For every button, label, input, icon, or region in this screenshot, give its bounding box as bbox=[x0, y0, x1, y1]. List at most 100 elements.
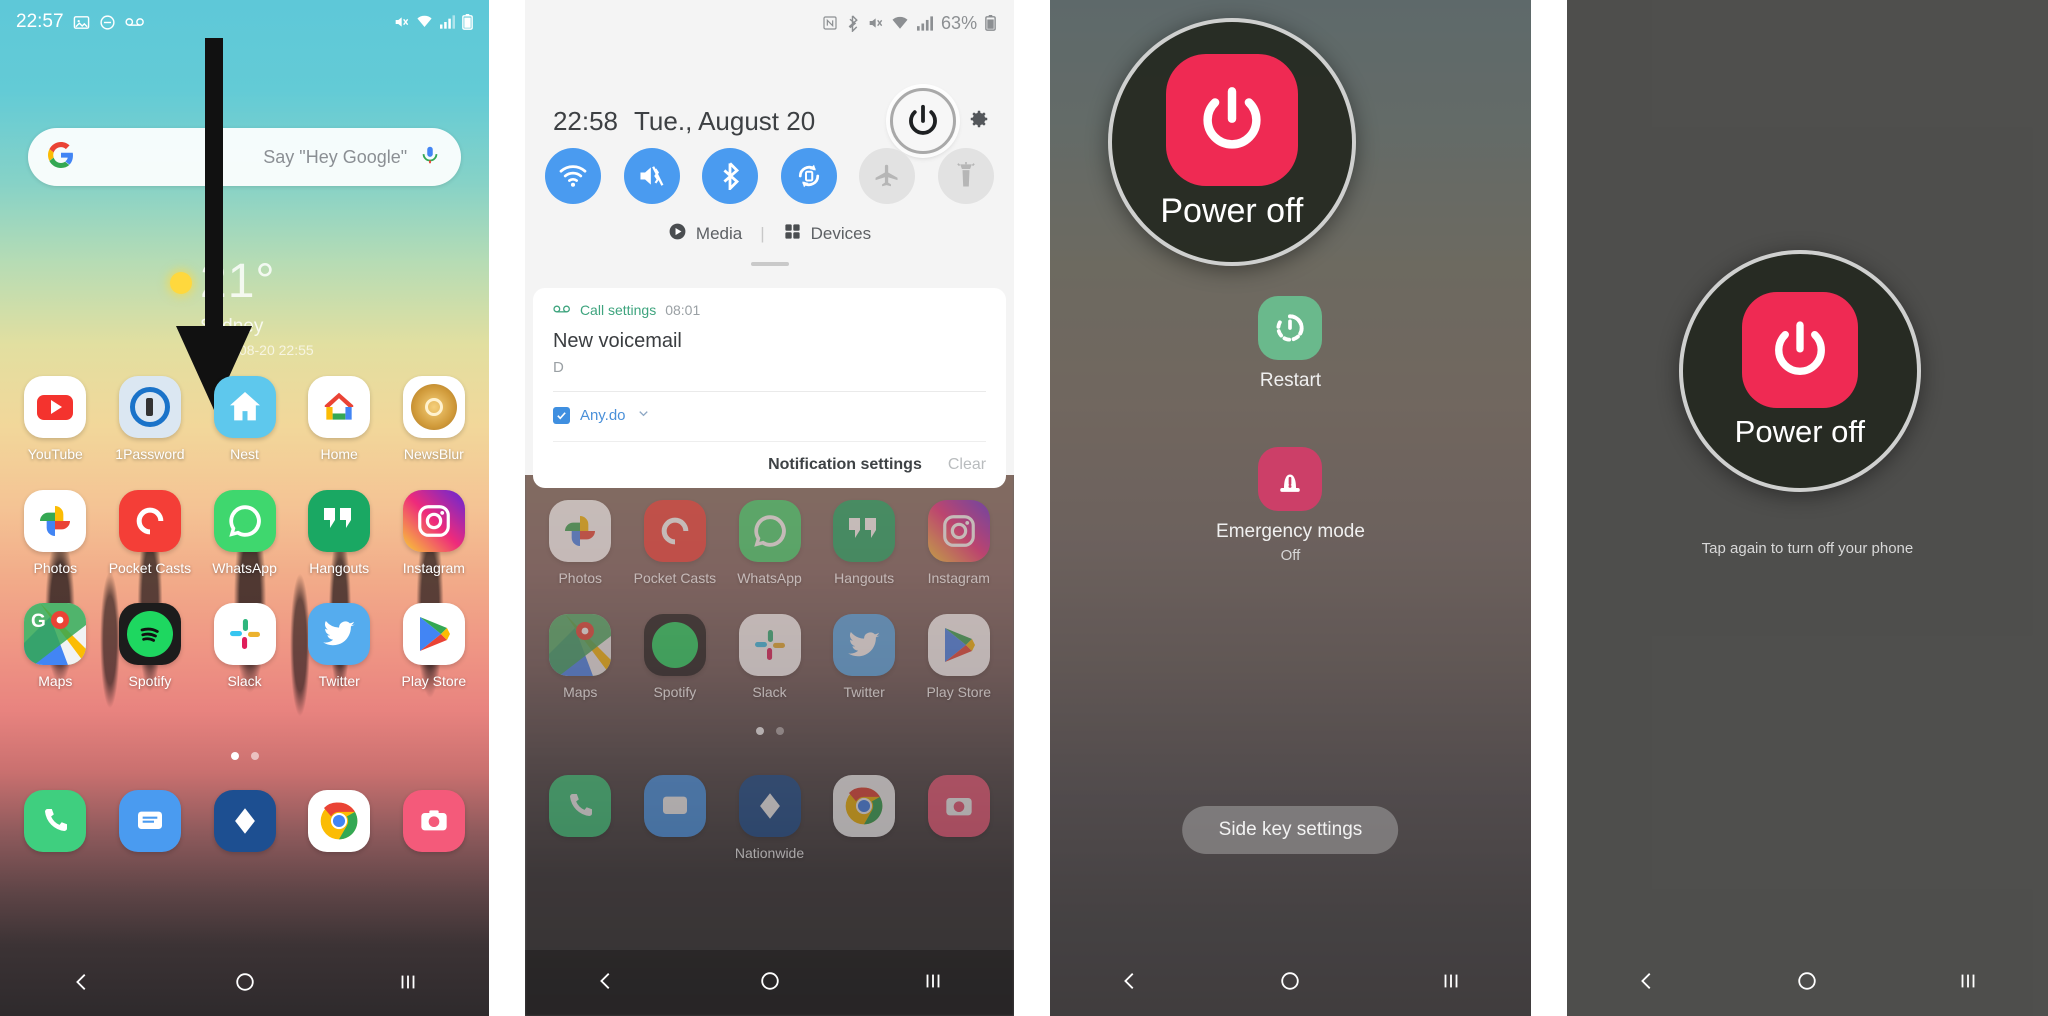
media-button[interactable]: Media bbox=[668, 222, 742, 246]
app-hangouts[interactable]: Hangouts bbox=[821, 500, 907, 588]
app-spotify[interactable]: Spotify bbox=[107, 603, 193, 691]
voicemail-icon bbox=[124, 15, 145, 29]
power-icon bbox=[1741, 292, 1858, 408]
page-dot-2[interactable] bbox=[250, 752, 259, 760]
home-icon[interactable] bbox=[234, 971, 256, 998]
wifi-icon bbox=[891, 16, 909, 31]
bluetooth-toggle[interactable] bbox=[702, 148, 759, 204]
dock-phone[interactable] bbox=[537, 775, 623, 863]
app-label: Nest bbox=[230, 446, 259, 462]
app-instagram[interactable]: Instagram bbox=[916, 500, 1002, 588]
back-icon[interactable] bbox=[71, 971, 93, 998]
divider: | bbox=[760, 224, 765, 243]
app-newsblur[interactable]: NewsBlur bbox=[391, 376, 477, 464]
recents-icon[interactable] bbox=[397, 971, 419, 998]
dock-chrome[interactable] bbox=[296, 790, 382, 860]
restart-button[interactable]: Restart bbox=[1050, 296, 1531, 392]
dock-messages[interactable] bbox=[632, 775, 718, 863]
app-whatsapp[interactable]: WhatsApp bbox=[202, 489, 288, 578]
dock-phone[interactable] bbox=[12, 790, 98, 860]
app-label: Photos bbox=[558, 570, 603, 586]
google-photos-icon bbox=[549, 500, 612, 562]
dock-camera[interactable] bbox=[391, 790, 477, 860]
flashlight-toggle[interactable] bbox=[938, 148, 995, 204]
app-pocket-casts[interactable]: Pocket Casts bbox=[632, 500, 718, 588]
dock-camera[interactable] bbox=[916, 775, 1002, 863]
recents-icon[interactable] bbox=[922, 970, 944, 997]
app-maps[interactable]: G Maps bbox=[12, 603, 98, 691]
microphone-icon[interactable] bbox=[419, 144, 441, 171]
airplane-mode-toggle[interactable] bbox=[859, 148, 916, 204]
nfc-icon bbox=[822, 15, 838, 31]
power-button[interactable] bbox=[890, 88, 957, 154]
wifi-toggle[interactable] bbox=[544, 148, 601, 204]
app-home[interactable]: Home bbox=[296, 376, 382, 464]
app-label: Twitter bbox=[843, 683, 885, 700]
google-g-icon bbox=[48, 141, 74, 173]
dock-nationwide[interactable]: Nationwide bbox=[727, 775, 813, 863]
power-off-label: Power off bbox=[1734, 414, 1866, 449]
side-key-settings-button[interactable]: Side key settings bbox=[1182, 806, 1399, 854]
shade-drag-handle[interactable] bbox=[750, 262, 789, 266]
signal-icon bbox=[440, 15, 456, 29]
power-off-button[interactable]: Power off bbox=[1107, 18, 1356, 266]
mute-icon bbox=[393, 14, 409, 30]
dock-messages[interactable] bbox=[107, 790, 193, 860]
battery-icon bbox=[985, 15, 996, 31]
app-hangouts[interactable]: Hangouts bbox=[296, 489, 382, 578]
qs-date: Tue., August 20 bbox=[634, 105, 816, 136]
app-photos[interactable]: Photos bbox=[12, 489, 98, 578]
home-icon[interactable] bbox=[759, 970, 781, 997]
page-indicator bbox=[0, 752, 489, 760]
app-twitter[interactable]: Twitter bbox=[296, 603, 382, 691]
clear-button[interactable]: Clear bbox=[948, 456, 986, 474]
app-slack[interactable]: Slack bbox=[202, 603, 288, 691]
swipe-down-arrow bbox=[176, 38, 252, 410]
app-nest[interactable]: Nest bbox=[202, 376, 288, 464]
recents-icon[interactable] bbox=[1957, 970, 1979, 997]
app-label: WhatsApp bbox=[212, 559, 277, 576]
emergency-mode-button[interactable]: Emergency mode Off bbox=[1050, 447, 1531, 564]
app-slack[interactable]: Slack bbox=[727, 613, 813, 702]
notification-card[interactable]: Call settings 08:01 New voicemail D Any.… bbox=[532, 288, 1007, 488]
power-off-button[interactable]: Power off bbox=[1678, 250, 1921, 492]
recents-icon[interactable] bbox=[1440, 970, 1462, 997]
app-1password[interactable]: 1Password bbox=[107, 376, 193, 464]
page-dot-2[interactable] bbox=[775, 727, 784, 735]
dock-nationwide[interactable] bbox=[202, 790, 288, 860]
app-spotify[interactable]: Spotify bbox=[632, 613, 718, 702]
back-icon[interactable] bbox=[595, 970, 617, 997]
auto-rotate-toggle[interactable] bbox=[780, 148, 837, 204]
media-label: Media bbox=[695, 224, 743, 243]
app-maps[interactable]: Maps bbox=[537, 613, 623, 702]
chevron-down-icon[interactable] bbox=[636, 406, 651, 425]
app-pocket-casts[interactable]: Pocket Casts bbox=[107, 489, 193, 578]
back-icon[interactable] bbox=[1636, 970, 1658, 997]
devices-button[interactable]: Devices bbox=[783, 222, 871, 246]
notification-group[interactable]: Any.do bbox=[552, 392, 986, 441]
app-youtube[interactable]: YouTube bbox=[12, 376, 98, 464]
app-instagram[interactable]: Instagram bbox=[391, 489, 477, 578]
newsblur-icon bbox=[402, 376, 465, 438]
gear-icon[interactable] bbox=[968, 108, 990, 135]
app-photos[interactable]: Photos bbox=[537, 500, 623, 588]
dock-chrome[interactable] bbox=[821, 775, 907, 863]
app-play-store[interactable]: Play Store bbox=[391, 603, 477, 691]
screenshot-strip: 22:57 Say "Hey Google" 21° dated 08-20 2… bbox=[0, 0, 2048, 1016]
app-label: Twitter bbox=[318, 673, 360, 689]
back-icon[interactable] bbox=[1119, 970, 1141, 997]
notification-settings-button[interactable]: Notification settings bbox=[768, 456, 922, 474]
hangouts-icon bbox=[308, 489, 371, 552]
app-whatsapp[interactable]: WhatsApp bbox=[727, 500, 813, 588]
app-play-store[interactable]: Play Store bbox=[916, 613, 1002, 702]
page-dot-1[interactable] bbox=[755, 727, 764, 735]
notification-header: Call settings 08:01 bbox=[553, 302, 986, 318]
app-twitter[interactable]: Twitter bbox=[821, 613, 907, 702]
page-dot-1[interactable] bbox=[230, 752, 239, 760]
sound-mode-toggle[interactable] bbox=[623, 148, 680, 204]
home-icon[interactable] bbox=[1796, 970, 1818, 997]
grid-icon bbox=[783, 222, 802, 246]
power-off-hint: Tap again to turn off your phone bbox=[1701, 540, 1914, 557]
home-icon[interactable] bbox=[1279, 970, 1301, 997]
quick-settings-header: 22:58 Tue., August 20 bbox=[553, 88, 990, 154]
